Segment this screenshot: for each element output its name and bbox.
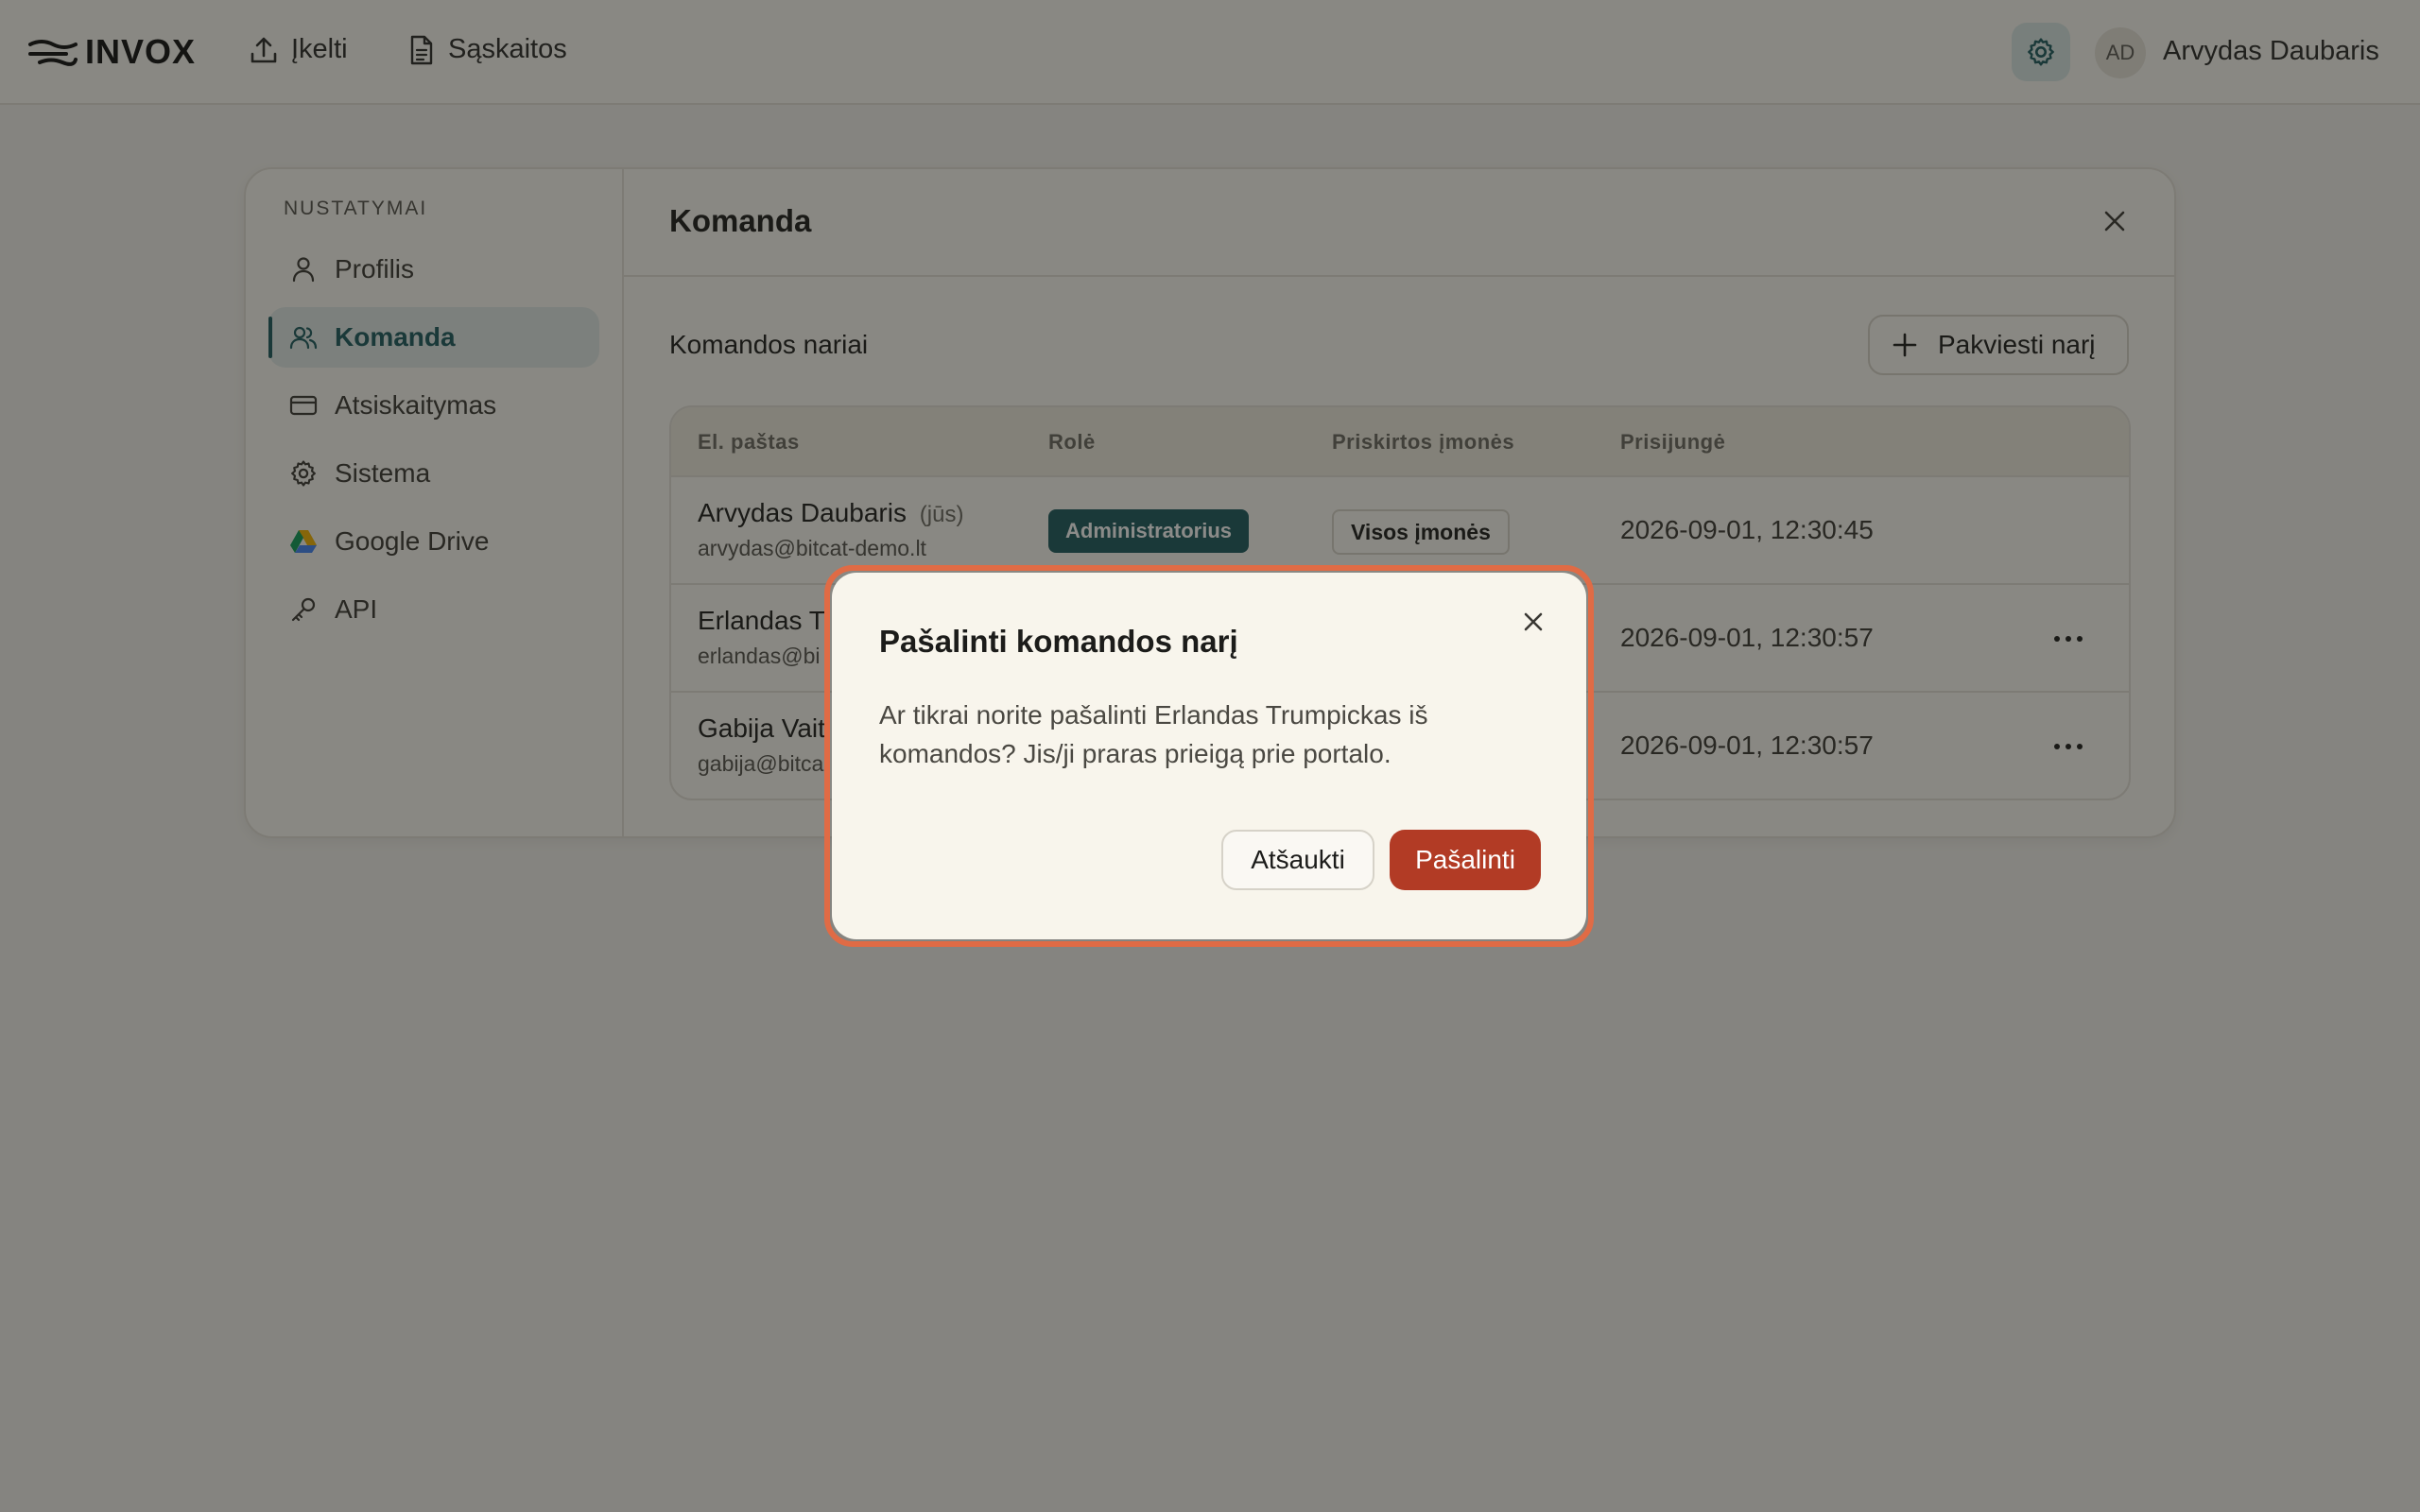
remove-member-dialog: Pašalinti komandos narį Ar tikrai norite… (832, 573, 1586, 939)
cancel-button[interactable]: Atšaukti (1221, 830, 1374, 890)
remove-button[interactable]: Pašalinti (1390, 830, 1541, 890)
dialog-title: Pašalinti komandos narį (879, 624, 1238, 659)
dialog-message: Ar tikrai norite pašalinti Erlandas Trum… (879, 700, 1428, 768)
close-icon[interactable] (1518, 607, 1548, 637)
